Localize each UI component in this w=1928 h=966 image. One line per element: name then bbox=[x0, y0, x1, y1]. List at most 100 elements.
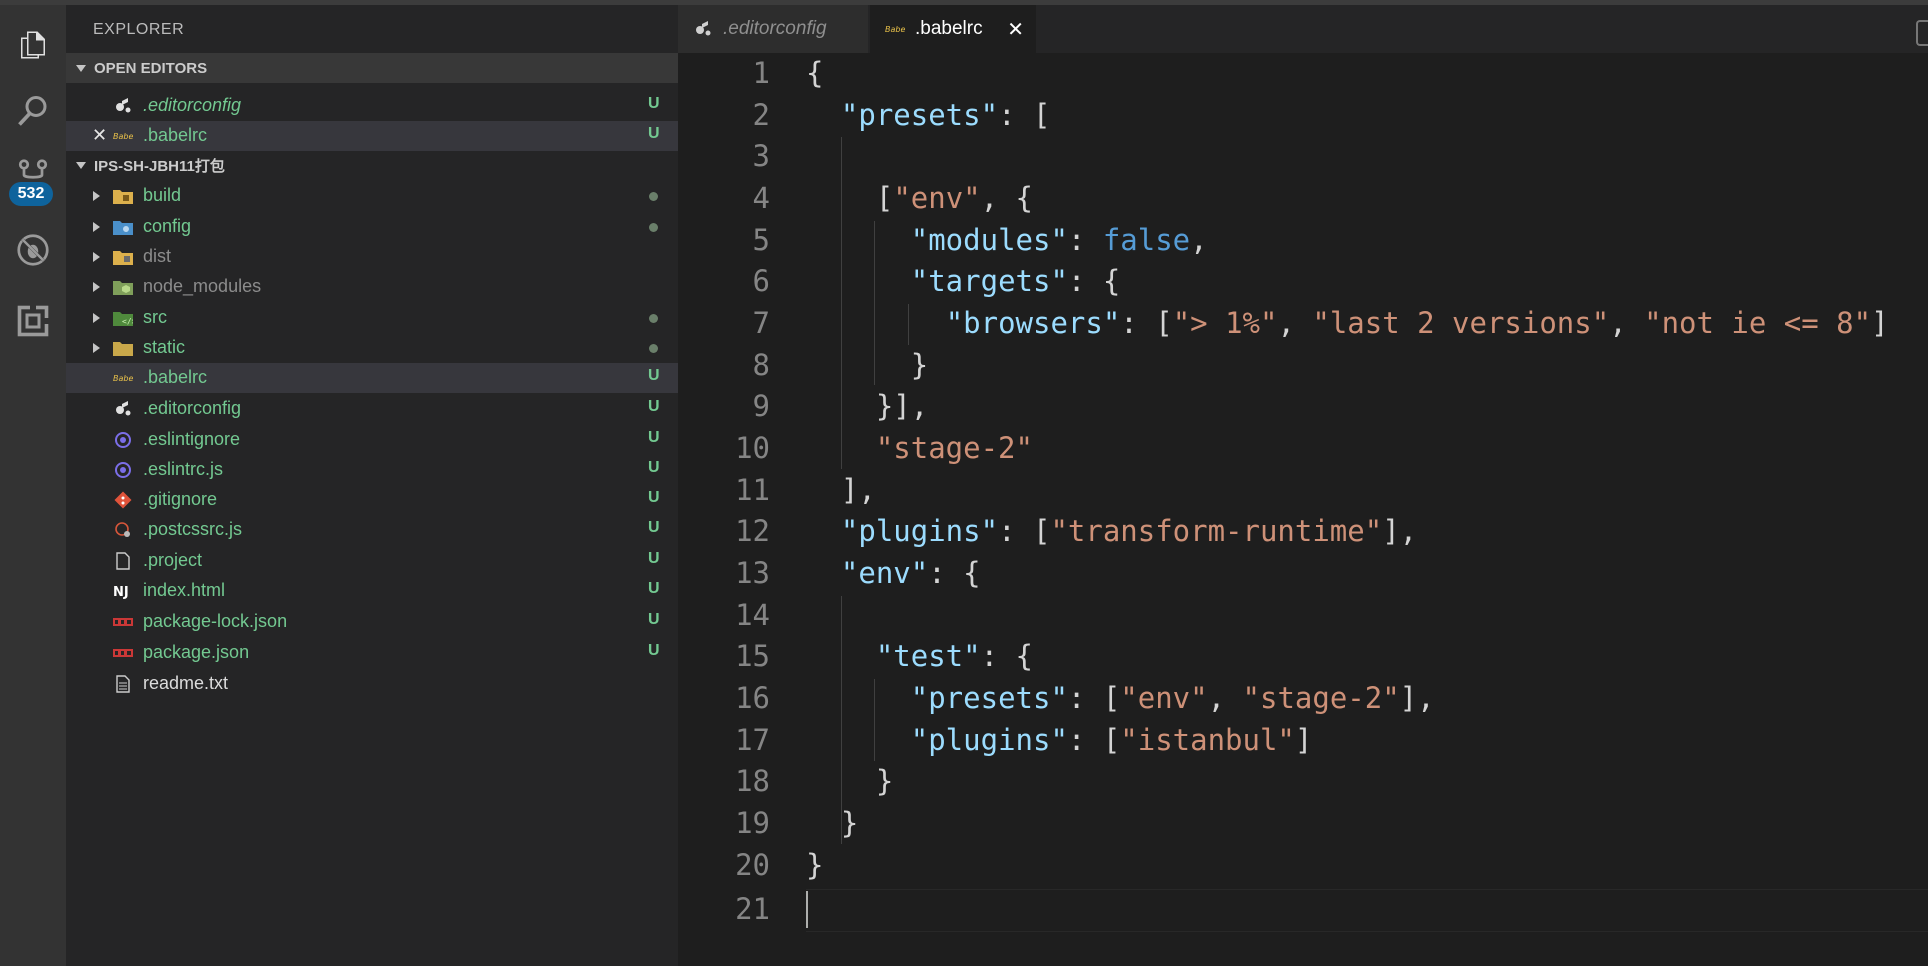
code-line: } bbox=[806, 348, 929, 382]
extensions-icon[interactable] bbox=[13, 301, 53, 341]
close-icon[interactable]: ✕ bbox=[1007, 17, 1024, 42]
search-icon[interactable] bbox=[13, 91, 53, 131]
file-item-babelrc[interactable]: Babel .babelrc U bbox=[66, 363, 678, 393]
explorer-sidebar: EXPLORER OPEN EDITORS .editorconfig U ✕ … bbox=[66, 5, 678, 966]
open-editor-label: .editorconfig bbox=[143, 95, 242, 115]
line-number: 12 bbox=[735, 514, 770, 548]
modified-dot-icon bbox=[649, 223, 658, 232]
git-status-badge: U bbox=[648, 95, 660, 112]
open-editors-header[interactable]: OPEN EDITORS bbox=[66, 53, 678, 83]
chevron-right-icon bbox=[93, 222, 100, 232]
tab-babelrc[interactable]: Babel .babelrc ✕ bbox=[870, 5, 1036, 53]
file-label: .project bbox=[143, 550, 203, 570]
folder-item-node-modules[interactable]: node_modules bbox=[66, 272, 678, 302]
file-item-package-json[interactable]: package.json U bbox=[66, 638, 678, 668]
line-number: 16 bbox=[735, 681, 770, 715]
split-editor-icon[interactable] bbox=[1916, 20, 1928, 46]
editorconfig-file-icon bbox=[693, 20, 713, 38]
code-line: "browsers": ["> 1%", "last 2 versions", … bbox=[945, 306, 1889, 340]
text-file-icon bbox=[113, 675, 133, 693]
open-editor-item-editorconfig[interactable]: .editorconfig U bbox=[66, 91, 678, 121]
file-icon bbox=[113, 552, 133, 570]
tab-label: .babelrc bbox=[915, 18, 983, 39]
file-item-editorconfig[interactable]: .editorconfig U bbox=[66, 394, 678, 424]
file-label: index.html bbox=[143, 580, 226, 600]
explorer-icon[interactable] bbox=[13, 25, 53, 65]
code-line: "presets": [ bbox=[840, 98, 1051, 132]
line-number: 2 bbox=[752, 98, 770, 132]
file-item-gitignore[interactable]: .gitignore U bbox=[66, 485, 678, 515]
line-number: 6 bbox=[752, 264, 770, 298]
folder-item-static[interactable]: static bbox=[66, 333, 678, 363]
line-number: 11 bbox=[735, 473, 770, 507]
folder-item-config[interactable]: config bbox=[66, 212, 678, 242]
line-number: 10 bbox=[735, 431, 770, 465]
file-item-index-html[interactable]: NJ index.html U bbox=[66, 576, 678, 606]
chevron-right-icon bbox=[93, 313, 100, 323]
sidebar-title: EXPLORER bbox=[93, 21, 185, 38]
eslint-file-icon bbox=[113, 461, 133, 479]
folder-item-dist[interactable]: dist bbox=[66, 242, 678, 272]
file-item-postcssrc[interactable]: .postcssrc.js U bbox=[66, 515, 678, 545]
chevron-down-icon bbox=[76, 161, 86, 169]
line-number: 8 bbox=[752, 348, 770, 382]
open-editor-item-babelrc[interactable]: ✕ Babel .babelrc U bbox=[66, 121, 678, 151]
code-line: ], bbox=[806, 473, 876, 507]
babel-file-icon: Babel bbox=[113, 127, 133, 145]
git-status-badge: U bbox=[648, 550, 660, 567]
git-status-badge: U bbox=[648, 580, 660, 597]
code-line: "plugins": ["istanbul"] bbox=[910, 723, 1313, 757]
line-number: 9 bbox=[752, 389, 770, 423]
file-label: .gitignore bbox=[143, 489, 218, 509]
chevron-right-icon bbox=[93, 343, 100, 353]
file-label: .eslintignore bbox=[143, 429, 241, 449]
file-label: .eslintrc.js bbox=[143, 459, 224, 479]
line-number: 21 bbox=[735, 892, 770, 926]
file-label: .postcssrc.js bbox=[143, 519, 243, 539]
code-line: "stage-2" bbox=[875, 431, 1033, 465]
line-number: 15 bbox=[735, 639, 770, 673]
npm-file-icon bbox=[113, 644, 133, 662]
debug-icon[interactable] bbox=[13, 230, 53, 270]
line-number: 20 bbox=[735, 848, 770, 882]
project-folder-header[interactable]: IPS-SH-JBH11打包 bbox=[66, 150, 678, 180]
chevron-down-icon bbox=[76, 64, 86, 72]
tab-label: .editorconfig bbox=[723, 18, 827, 39]
config-folder-icon bbox=[113, 218, 133, 236]
postcss-file-icon bbox=[113, 521, 133, 539]
editorconfig-file-icon bbox=[113, 400, 133, 418]
folder-item-src[interactable]: </> src bbox=[66, 303, 678, 333]
folder-label: config bbox=[143, 216, 192, 236]
code-line: "test": { bbox=[875, 639, 1033, 673]
activity-bar: 532 bbox=[0, 5, 66, 966]
git-status-badge: U bbox=[648, 611, 660, 628]
open-editors-label: OPEN EDITORS bbox=[94, 59, 208, 77]
svg-text:Babel: Babel bbox=[113, 374, 133, 383]
line-number: 17 bbox=[735, 723, 770, 757]
file-item-package-lock[interactable]: package-lock.json U bbox=[66, 607, 678, 637]
folder-label: build bbox=[143, 185, 182, 205]
close-icon[interactable]: ✕ bbox=[92, 125, 107, 146]
line-number: 1 bbox=[752, 56, 770, 90]
folder-item-build[interactable]: build bbox=[66, 181, 678, 211]
code-line: } bbox=[806, 764, 894, 798]
modified-dot-icon bbox=[649, 314, 658, 323]
svg-text:Babel: Babel bbox=[113, 132, 133, 141]
file-item-eslintrc[interactable]: .eslintrc.js U bbox=[66, 455, 678, 485]
eslint-file-icon bbox=[113, 431, 133, 449]
chevron-right-icon bbox=[93, 252, 100, 262]
modified-dot-icon bbox=[649, 192, 658, 201]
file-item-readme[interactable]: readme.txt bbox=[66, 669, 678, 699]
file-label: readme.txt bbox=[143, 673, 229, 693]
file-label: package.json bbox=[143, 642, 250, 662]
folder-label: static bbox=[143, 337, 186, 357]
code-line: { bbox=[806, 56, 824, 90]
tab-editorconfig[interactable]: .editorconfig bbox=[678, 5, 868, 53]
dist-folder-icon bbox=[113, 248, 133, 266]
code-editor[interactable]: 1 2 3 4 5 6 7 8 9 10 11 12 13 14 15 16 1… bbox=[678, 53, 1928, 966]
line-number: 18 bbox=[735, 764, 770, 798]
modified-dot-icon bbox=[649, 344, 658, 353]
file-item-eslintignore[interactable]: .eslintignore U bbox=[66, 425, 678, 455]
file-item-project[interactable]: .project U bbox=[66, 546, 678, 576]
chevron-right-icon bbox=[93, 191, 100, 201]
